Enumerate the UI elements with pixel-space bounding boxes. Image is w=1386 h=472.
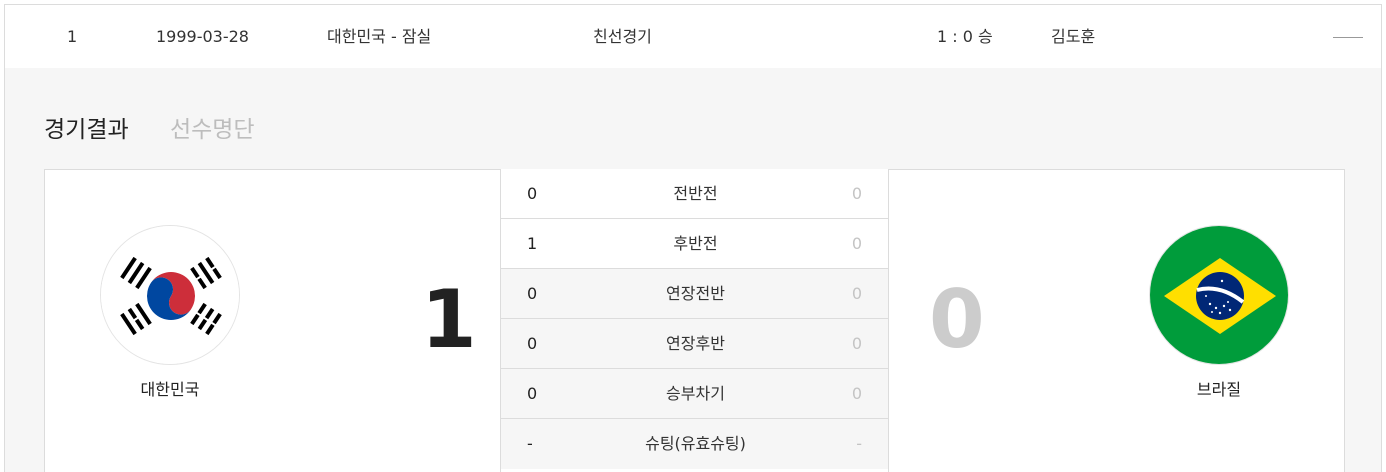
match-row[interactable]: 1 1999-03-28 대한민국 - 잠실 친선경기 1 : 0 승 김도훈 bbox=[4, 4, 1382, 69]
match-detail-panel: 경기결과 선수명단 대한민국 1 0 전반전 0 1 후반전 0 0 연장전반 … bbox=[4, 68, 1382, 472]
period-row: 0 연장전반 0 bbox=[501, 269, 888, 319]
period-label: 연장전반 bbox=[666, 284, 725, 303]
period-away-score: 0 bbox=[851, 334, 862, 353]
home-team-name: 대한민국 bbox=[140, 380, 200, 399]
away-score: 0 bbox=[929, 273, 985, 366]
match-type: 친선경기 bbox=[593, 27, 652, 46]
period-away-score: - bbox=[856, 434, 862, 453]
away-team-name: 브라질 bbox=[1196, 380, 1242, 399]
period-row: - 슈팅(유효슈팅) - bbox=[501, 419, 888, 469]
period-away-score: 0 bbox=[851, 184, 862, 203]
period-label: 승부차기 bbox=[666, 384, 725, 403]
tab-player-list[interactable]: 선수명단 bbox=[170, 110, 255, 144]
collapse-toggle-icon[interactable] bbox=[1333, 37, 1363, 38]
period-row: 0 연장후반 0 bbox=[501, 319, 888, 369]
period-away-score: 0 bbox=[851, 284, 862, 303]
period-score-table: 0 전반전 0 1 후반전 0 0 연장전반 0 0 연장후반 0 0 승부차기 bbox=[500, 169, 889, 472]
period-label: 후반전 bbox=[673, 234, 718, 253]
detail-tabs: 경기결과 선수명단 bbox=[44, 110, 289, 144]
match-venue: 대한민국 - 잠실 bbox=[327, 27, 432, 46]
korea-flag-icon bbox=[100, 225, 240, 365]
period-row: 0 승부차기 0 bbox=[501, 369, 888, 419]
period-row: 0 전반전 0 bbox=[501, 169, 888, 219]
home-score: 1 bbox=[421, 273, 477, 366]
period-away-score: 0 bbox=[851, 384, 862, 403]
match-number: 1 bbox=[67, 27, 78, 46]
period-label: 전반전 bbox=[673, 184, 718, 203]
period-label: 슈팅(유효슈팅) bbox=[645, 434, 746, 453]
brazil-flag-icon bbox=[1149, 225, 1289, 365]
tab-match-result[interactable]: 경기결과 bbox=[44, 110, 129, 144]
period-row: 1 후반전 0 bbox=[501, 219, 888, 269]
period-away-score: 0 bbox=[851, 234, 862, 253]
match-result: 1 : 0 승 bbox=[937, 27, 993, 46]
scoreboard: 대한민국 1 0 전반전 0 1 후반전 0 0 연장전반 0 0 연장후반 0… bbox=[44, 169, 1345, 472]
match-coach: 김도훈 bbox=[1051, 27, 1096, 46]
period-label: 연장후반 bbox=[666, 334, 725, 353]
match-date: 1999-03-28 bbox=[156, 27, 249, 46]
